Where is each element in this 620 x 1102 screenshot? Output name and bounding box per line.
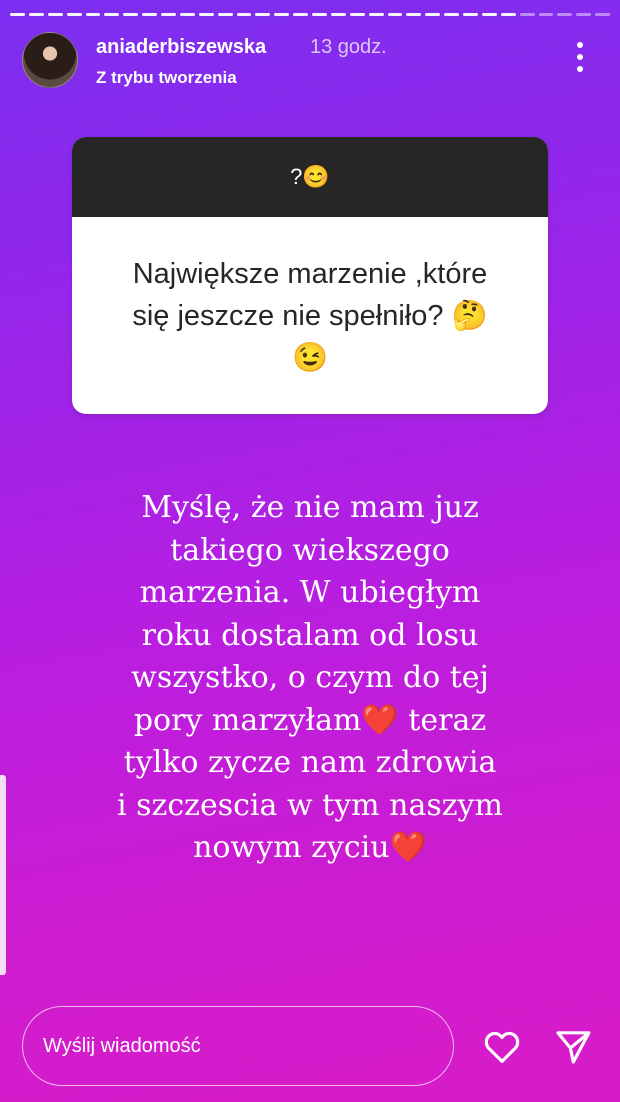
progress-segment (217, 13, 233, 16)
question-text: Największe marzenie ,które się jeszcze n… (132, 257, 488, 374)
progress-segment (236, 13, 252, 16)
question-sticker-header: ?😊 (72, 137, 548, 217)
progress-segment (557, 13, 573, 16)
edge-indicator (0, 775, 6, 975)
progress-segment (10, 13, 25, 16)
progress-segment (444, 13, 459, 16)
more-options-icon[interactable] (576, 42, 584, 72)
progress-segment (425, 13, 441, 16)
progress-segment (123, 13, 139, 16)
avatar[interactable] (22, 32, 78, 88)
progress-segment (387, 13, 403, 16)
progress-segment (85, 13, 101, 16)
progress-segment (519, 13, 535, 16)
progress-segment (293, 13, 308, 16)
progress-segment (142, 13, 157, 16)
progress-segment (330, 13, 346, 16)
progress-segment (481, 13, 497, 16)
progress-segment (463, 13, 478, 16)
progress-segment (368, 13, 384, 16)
question-sticker: ?😊 Największe marzenie ,które się jeszcz… (72, 137, 548, 414)
story-progress-bar (10, 13, 610, 16)
progress-segment (500, 13, 516, 16)
progress-segment (66, 13, 82, 16)
progress-segment (161, 13, 176, 16)
progress-segment (255, 13, 271, 16)
answer-text: Myślę, że nie mam juz takiego wiekszego … (117, 490, 503, 865)
progress-segment (576, 13, 592, 16)
progress-segment (349, 13, 365, 16)
progress-segment (312, 13, 327, 16)
heart-icon[interactable] (481, 1027, 523, 1067)
progress-segment (28, 13, 44, 16)
progress-segment (538, 13, 554, 16)
progress-segment (179, 13, 195, 16)
progress-segment (47, 13, 63, 16)
post-time: 13 godz. (310, 36, 387, 58)
story-subtitle[interactable]: Z trybu tworzenia (96, 68, 237, 88)
username[interactable]: aniaderbiszewska (96, 36, 266, 59)
message-input[interactable] (22, 1006, 454, 1086)
progress-segment (104, 13, 120, 16)
progress-segment (406, 13, 422, 16)
progress-segment (595, 13, 610, 16)
story-header: aniaderbiszewska 13 godz. Z trybu tworze… (22, 30, 598, 90)
send-icon[interactable] (553, 1027, 593, 1067)
progress-segment (198, 13, 214, 16)
progress-segment (274, 13, 290, 16)
